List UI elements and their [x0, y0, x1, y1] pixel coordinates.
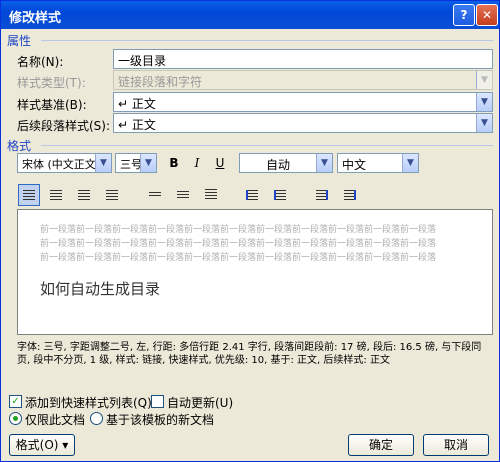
style-type-label: 样式类型(T): [17, 76, 86, 90]
auto-update-checkbox[interactable] [151, 395, 164, 408]
font-value: 宋体 (中文正文 [22, 158, 96, 171]
new-docs-template-label: 基于该模板的新文档 [106, 413, 215, 427]
close-button[interactable]: ✕ [476, 4, 498, 26]
cancel-button[interactable]: 取消 [423, 434, 489, 456]
single-spacing-button[interactable] [144, 184, 166, 206]
decrease-indent-button[interactable] [311, 184, 333, 206]
title-bar: 修改样式 ? ✕ [1, 1, 499, 29]
new-docs-template-radio[interactable] [90, 412, 103, 425]
justify-button[interactable] [101, 184, 123, 206]
preview-previous-paragraph: 前一段落前一段落前一段落前一段落前一段落前一段落前一段落前一段落前一段落前一段落… [40, 253, 437, 263]
align-right-button[interactable] [73, 184, 95, 206]
increase-indent-icon [344, 190, 356, 200]
chevron-down-icon[interactable]: ▼ [316, 154, 332, 172]
align-right-icon [78, 190, 90, 200]
divider [41, 40, 493, 41]
chevron-down-icon[interactable]: ▼ [402, 154, 418, 172]
format-menu-button[interactable]: 格式(O) ▾ [9, 434, 75, 456]
paragraph-mark-icon: ↵ [118, 97, 132, 111]
style-type-select: 链接段落和字符 ▼ [113, 70, 493, 90]
one-half-spacing-button[interactable] [172, 184, 194, 206]
next-style-label: 后续段落样式(S): [17, 119, 111, 133]
chevron-down-icon: ▼ [476, 71, 492, 89]
paragraph-mark-icon: ↵ [118, 118, 132, 132]
align-left-button[interactable] [18, 184, 40, 206]
name-input[interactable]: 一级目录 [113, 49, 493, 69]
only-this-doc-radio[interactable] [9, 412, 22, 425]
language-value: 中文 [342, 158, 367, 172]
spacing-before-icon [246, 190, 258, 200]
format-section-title: 格式 [7, 139, 32, 153]
bold-button[interactable]: B [164, 153, 184, 173]
next-style-value: 正文 [131, 118, 156, 132]
add-quick-style-checkbox[interactable]: ✓ [9, 395, 22, 408]
add-quick-style-label: 添加到快速样式列表(Q) [25, 396, 152, 410]
increase-spacing-before-button[interactable] [241, 184, 263, 206]
modify-style-dialog: 修改样式 ? ✕ 属性 名称(N): 一级目录 样式类型(T): 链接段落和字符… [0, 0, 500, 462]
decrease-indent-icon [316, 190, 328, 200]
color-select[interactable]: 自动 ▼ [239, 153, 333, 173]
color-value: 自动 [266, 158, 291, 172]
italic-button[interactable]: I [187, 153, 207, 173]
properties-section-title: 属性 [7, 34, 32, 48]
based-on-select[interactable]: ↵ 正文 ▼ [113, 92, 493, 112]
only-this-doc-label: 仅限此文档 [25, 413, 86, 427]
decrease-spacing-button[interactable] [269, 184, 291, 206]
help-button[interactable]: ? [453, 4, 475, 26]
name-label: 名称(N): [17, 55, 64, 69]
based-on-value: 正文 [131, 97, 156, 111]
size-value: 三号 [120, 158, 142, 171]
font-select[interactable]: 宋体 (中文正文 ▼ [17, 153, 112, 173]
align-left-icon [23, 190, 35, 200]
divider [41, 145, 493, 146]
align-center-button[interactable] [45, 184, 67, 206]
based-on-label: 样式基准(B): [17, 98, 87, 112]
style-preview: 前一段落前一段落前一段落前一段落前一段落前一段落前一段落前一段落前一段落前一段落… [17, 209, 493, 335]
next-style-select[interactable]: ↵ 正文 ▼ [113, 113, 493, 133]
size-select[interactable]: 三号 ▼ [115, 153, 157, 173]
chevron-down-icon[interactable]: ▼ [95, 154, 111, 172]
ok-button[interactable]: 确定 [348, 434, 414, 456]
one-half-spacing-icon [177, 191, 189, 199]
chevron-down-icon[interactable]: ▼ [140, 154, 156, 172]
preview-previous-paragraph: 前一段落前一段落前一段落前一段落前一段落前一段落前一段落前一段落前一段落前一段落… [40, 239, 437, 249]
preview-previous-paragraph: 前一段落前一段落前一段落前一段落前一段落前一段落前一段落前一段落前一段落前一段落… [40, 225, 437, 235]
auto-update-label: 自动更新(U) [167, 396, 234, 410]
double-spacing-button[interactable] [200, 184, 222, 206]
chevron-down-icon[interactable]: ▼ [476, 93, 492, 111]
preview-sample-text: 如何自动生成目录 [40, 280, 161, 298]
style-type-value: 链接段落和字符 [118, 75, 203, 89]
justify-icon [106, 190, 118, 200]
increase-indent-button[interactable] [339, 184, 361, 206]
language-select[interactable]: 中文 ▼ [337, 153, 419, 173]
dialog-title: 修改样式 [9, 11, 62, 26]
selected-dot-icon [13, 416, 18, 421]
double-spacing-icon [205, 189, 217, 201]
style-description: 字体: 三号, 字距调整二号, 左, 行距: 多倍行距 2.41 字行, 段落间… [17, 342, 482, 366]
underline-button[interactable]: U [210, 153, 230, 173]
chevron-down-icon[interactable]: ▼ [476, 114, 492, 132]
single-spacing-icon [149, 192, 161, 198]
spacing-after-icon [274, 190, 286, 200]
align-center-icon [50, 190, 62, 200]
